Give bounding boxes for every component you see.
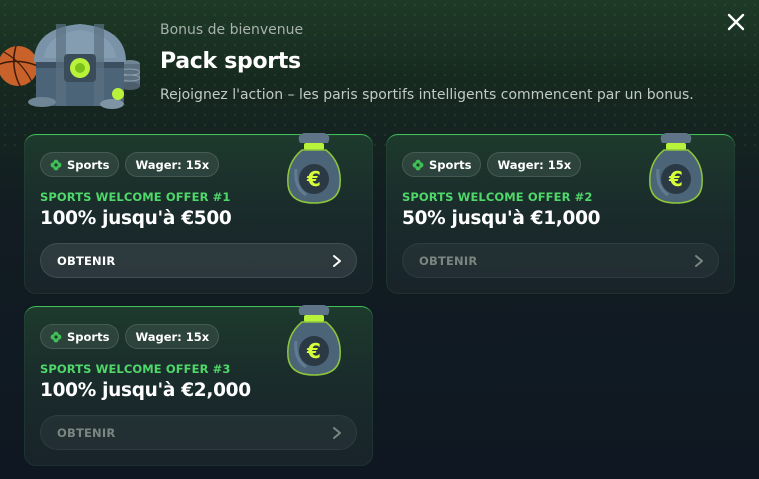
page-tagline: Rejoignez l'action – les paris sportifs …: [160, 87, 694, 103]
offer-label: SPORTS WELCOME OFFER #3: [40, 362, 231, 376]
svg-text:€: €: [668, 167, 683, 191]
offer-label: SPORTS WELCOME OFFER #2: [402, 190, 593, 204]
tag-wager: Wager: 15x: [125, 152, 220, 177]
chevron-right-icon: [695, 254, 703, 267]
svg-text:€: €: [306, 339, 321, 363]
tag-sports-label: Sports: [67, 329, 110, 344]
tag-wager: Wager: 15x: [487, 152, 582, 177]
money-bag-icon: €: [649, 133, 703, 204]
chevron-right-icon: [333, 426, 341, 439]
treasure-chest-icon: [0, 24, 140, 109]
offer-amount: 50% jusqu'à €1,000: [402, 208, 601, 229]
obtain-button-label: OBTENIR: [57, 253, 116, 268]
sports-clover-icon: [50, 159, 62, 170]
tag-sports: Sports: [402, 152, 482, 177]
offer-tags: Sports Wager: 15x: [402, 152, 582, 177]
offer-card: Sports Wager: 15x € SPORTS WELCOME OFFER…: [24, 305, 373, 466]
tag-wager-label: Wager: 15x: [135, 329, 210, 344]
offer-label: SPORTS WELCOME OFFER #1: [40, 190, 231, 204]
tag-wager-label: Wager: 15x: [135, 157, 210, 172]
svg-text:€: €: [306, 167, 321, 191]
offer-card: Sports Wager: 15x € SPORTS WELCOME OFFER…: [386, 133, 735, 294]
close-icon[interactable]: [722, 8, 750, 36]
tag-sports-label: Sports: [429, 157, 472, 172]
tag-sports-label: Sports: [67, 157, 110, 172]
obtain-button[interactable]: OBTENIR: [40, 243, 357, 278]
chevron-right-icon: [333, 254, 341, 267]
tag-wager: Wager: 15x: [125, 324, 220, 349]
offer-tags: Sports Wager: 15x: [40, 152, 220, 177]
obtain-button[interactable]: OBTENIR: [40, 415, 357, 450]
tag-sports: Sports: [40, 152, 120, 177]
sports-clover-icon: [412, 159, 424, 170]
obtain-button[interactable]: OBTENIR: [402, 243, 719, 278]
obtain-button-label: OBTENIR: [57, 425, 116, 440]
money-bag-icon: €: [287, 133, 341, 204]
page-subtitle: Bonus de bienvenue: [160, 22, 304, 38]
tag-wager-label: Wager: 15x: [497, 157, 572, 172]
tag-sports: Sports: [40, 324, 120, 349]
page-title: Pack sports: [160, 49, 301, 74]
offer-card: Sports Wager: 15x € SPORTS WELCOME OFFER…: [24, 133, 373, 294]
obtain-button-label: OBTENIR: [419, 253, 478, 268]
offer-amount: 100% jusqu'à €2,000: [40, 380, 251, 401]
sports-clover-icon: [50, 331, 62, 342]
money-bag-icon: €: [287, 305, 341, 376]
offer-amount: 100% jusqu'à €500: [40, 208, 232, 229]
offer-tags: Sports Wager: 15x: [40, 324, 220, 349]
